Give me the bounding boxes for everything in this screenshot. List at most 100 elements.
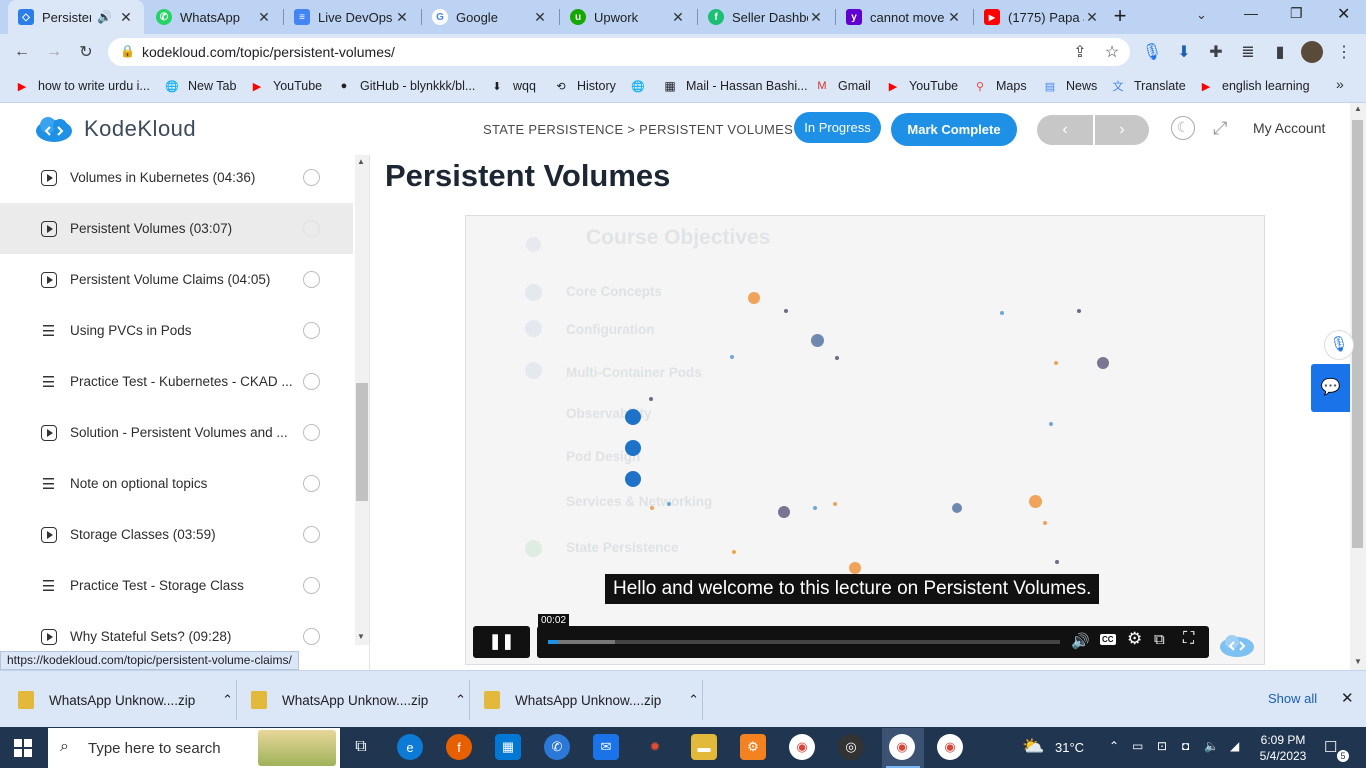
scroll-down-icon[interactable]: ▼	[357, 632, 365, 641]
my-account-link[interactable]: My Account	[1253, 120, 1325, 136]
reading-list-icon[interactable]: ≣	[1234, 38, 1262, 66]
kodekloud-logo-icon[interactable]	[34, 115, 74, 143]
task-view-icon[interactable]: ⧉	[348, 734, 374, 760]
close-tab-icon[interactable]: ✕	[532, 9, 548, 26]
scroll-up-icon[interactable]: ▲	[1354, 104, 1362, 113]
in-progress-button[interactable]: In Progress	[794, 112, 881, 143]
tab-search-icon[interactable]: ⌄	[1196, 7, 1207, 23]
phone-app-icon[interactable]: ✆	[544, 734, 570, 760]
close-tab-icon[interactable]: ✕	[118, 9, 134, 26]
lesson-item-active[interactable]: Persistent Volumes (03:07)	[0, 203, 353, 254]
show-all-link[interactable]: Show all	[1268, 691, 1317, 706]
tab-google[interactable]: G Google ✕	[422, 0, 558, 34]
sidebar-scroll-thumb[interactable]	[356, 383, 368, 501]
mail-icon[interactable]: ✉	[593, 734, 619, 760]
completion-circle[interactable]	[303, 475, 320, 492]
windows-start-icon[interactable]	[14, 739, 32, 757]
url-text[interactable]: kodekloud.com/topic/persistent-volumes/	[142, 44, 395, 60]
extensions-icon[interactable]: ✚	[1202, 38, 1230, 66]
minimize-icon[interactable]: —	[1244, 5, 1258, 21]
lesson-item[interactable]: Volumes in Kubernetes (04:36)	[0, 152, 353, 203]
captions-icon[interactable]: CC	[1100, 634, 1116, 645]
bookmark-item[interactable]: ⚲ Maps	[972, 76, 1027, 96]
bookmark-item[interactable]: M Gmail	[814, 76, 870, 96]
completion-circle[interactable]	[303, 322, 320, 339]
close-tab-icon[interactable]: ✕	[946, 9, 962, 26]
settings-app-icon[interactable]: ⚙	[740, 734, 766, 760]
lesson-item[interactable]: ☰ Note on optional topics	[0, 458, 353, 509]
download-item[interactable]: WhatsApp Unknow....zip ⌃	[18, 683, 233, 717]
bookmark-item[interactable]: 🌐	[630, 76, 654, 96]
brand-name[interactable]: KodeKloud	[84, 116, 196, 142]
tray-chevron-icon[interactable]: ⌃	[1109, 739, 1119, 753]
wifi-icon[interactable]: ◢	[1230, 739, 1239, 753]
tab-whatsapp[interactable]: ✆ WhatsApp ✕	[146, 0, 282, 34]
menu-icon[interactable]: ⋮	[1330, 38, 1358, 66]
completion-circle[interactable]	[303, 220, 320, 237]
store-icon[interactable]: ▦	[495, 734, 521, 760]
tab-upwork[interactable]: u Upwork ✕	[560, 0, 696, 34]
reload-icon[interactable]: ↻	[72, 38, 100, 66]
next-lesson-button[interactable]: ›	[1095, 115, 1149, 145]
bookmark-item[interactable]: ▶ YouTube	[249, 76, 322, 96]
completion-circle[interactable]	[303, 373, 320, 390]
seek-bar[interactable]	[548, 640, 1060, 644]
bookmark-item[interactable]: ⬇ wqq	[489, 76, 536, 96]
lesson-item[interactable]: Storage Classes (03:59)	[0, 509, 353, 560]
chrome-icon[interactable]: ◉	[889, 734, 915, 760]
clock-time[interactable]: 6:09 PM	[1257, 733, 1309, 747]
back-icon[interactable]: ←	[8, 38, 36, 66]
tab-yahoo[interactable]: y cannot move ✕	[836, 0, 972, 34]
download-item[interactable]: WhatsApp Unknow....zip ⌃	[251, 683, 466, 717]
tab-youtube[interactable]: ▶ (1775) Papa J ✕	[974, 0, 1110, 34]
restore-icon[interactable]: ❐	[1290, 5, 1303, 22]
settings-icon[interactable]: ⚙	[1127, 629, 1142, 649]
tab-seller-dashboard[interactable]: f Seller Dashbo ✕	[698, 0, 834, 34]
lesson-item[interactable]: ☰ Practice Test - Kubernetes - CKAD ...	[0, 356, 353, 407]
close-tab-icon[interactable]: ✕	[1084, 9, 1100, 26]
side-panel-icon[interactable]: ▮	[1266, 38, 1294, 66]
bookmark-item[interactable]: ● GitHub - blynkkk/bl...	[336, 76, 476, 96]
completion-circle[interactable]	[303, 577, 320, 594]
prev-lesson-button[interactable]: ‹	[1037, 115, 1093, 145]
gear-app-icon[interactable]: ✹	[642, 734, 668, 760]
close-tab-icon[interactable]: ✕	[394, 9, 410, 26]
chat-widget-button[interactable]: 💬	[1311, 364, 1350, 412]
page-scroll-thumb[interactable]	[1352, 120, 1363, 548]
close-window-icon[interactable]: ✕	[1337, 4, 1350, 24]
new-tab-button[interactable]: +	[1108, 4, 1132, 28]
firefox-icon[interactable]: f	[446, 734, 472, 760]
mic-extension-icon[interactable]: 🎙	[1138, 38, 1166, 66]
mark-complete-button[interactable]: Mark Complete	[891, 113, 1017, 146]
lesson-item[interactable]: ☰ Practice Test - Storage Class	[0, 560, 353, 611]
close-tab-icon[interactable]: ✕	[670, 9, 686, 26]
camera-app-icon[interactable]: ◎	[838, 734, 864, 760]
file-explorer-icon[interactable]: ▬	[691, 734, 717, 760]
completion-circle[interactable]	[303, 169, 320, 186]
chevron-up-icon[interactable]: ⌃	[455, 692, 466, 708]
pause-button[interactable]: ❚❚	[473, 626, 530, 658]
lesson-item[interactable]: ☰ Using PVCs in Pods	[0, 305, 353, 356]
fullscreen-icon[interactable]: ⤢	[1213, 118, 1227, 139]
close-tab-icon[interactable]: ✕	[256, 9, 272, 26]
scroll-down-icon[interactable]: ▼	[1354, 657, 1362, 666]
chrome-icon[interactable]: ◉	[789, 734, 815, 760]
weather-temp[interactable]: 31°C	[1055, 740, 1084, 755]
tab-live-devops[interactable]: ≡ Live DevOps ✕	[284, 0, 420, 34]
pip-icon[interactable]: ⧉	[1154, 631, 1165, 648]
share-icon[interactable]: ⇪	[1066, 38, 1094, 66]
bookmark-item[interactable]: ▶ english learning	[1198, 76, 1310, 96]
lesson-item[interactable]: Persistent Volume Claims (04:05)	[0, 254, 353, 305]
video-fullscreen-icon[interactable]: ⛶	[1183, 630, 1194, 648]
bookmark-item[interactable]: ▶ YouTube	[885, 76, 958, 96]
download-item[interactable]: WhatsApp Unknow....zip ⌃	[484, 683, 699, 717]
clock-date[interactable]: 5/4/2023	[1255, 749, 1311, 763]
notification-icon[interactable]: ☐	[1324, 738, 1337, 756]
dark-mode-icon[interactable]: ☾	[1171, 116, 1195, 140]
battery-icon[interactable]: ▭	[1132, 739, 1143, 753]
completion-circle[interactable]	[303, 526, 320, 543]
completion-circle[interactable]	[303, 271, 320, 288]
bookmark-item[interactable]: ▤ News	[1042, 76, 1097, 96]
chevron-up-icon[interactable]: ⌃	[688, 692, 699, 708]
profile-avatar[interactable]	[1301, 41, 1323, 63]
